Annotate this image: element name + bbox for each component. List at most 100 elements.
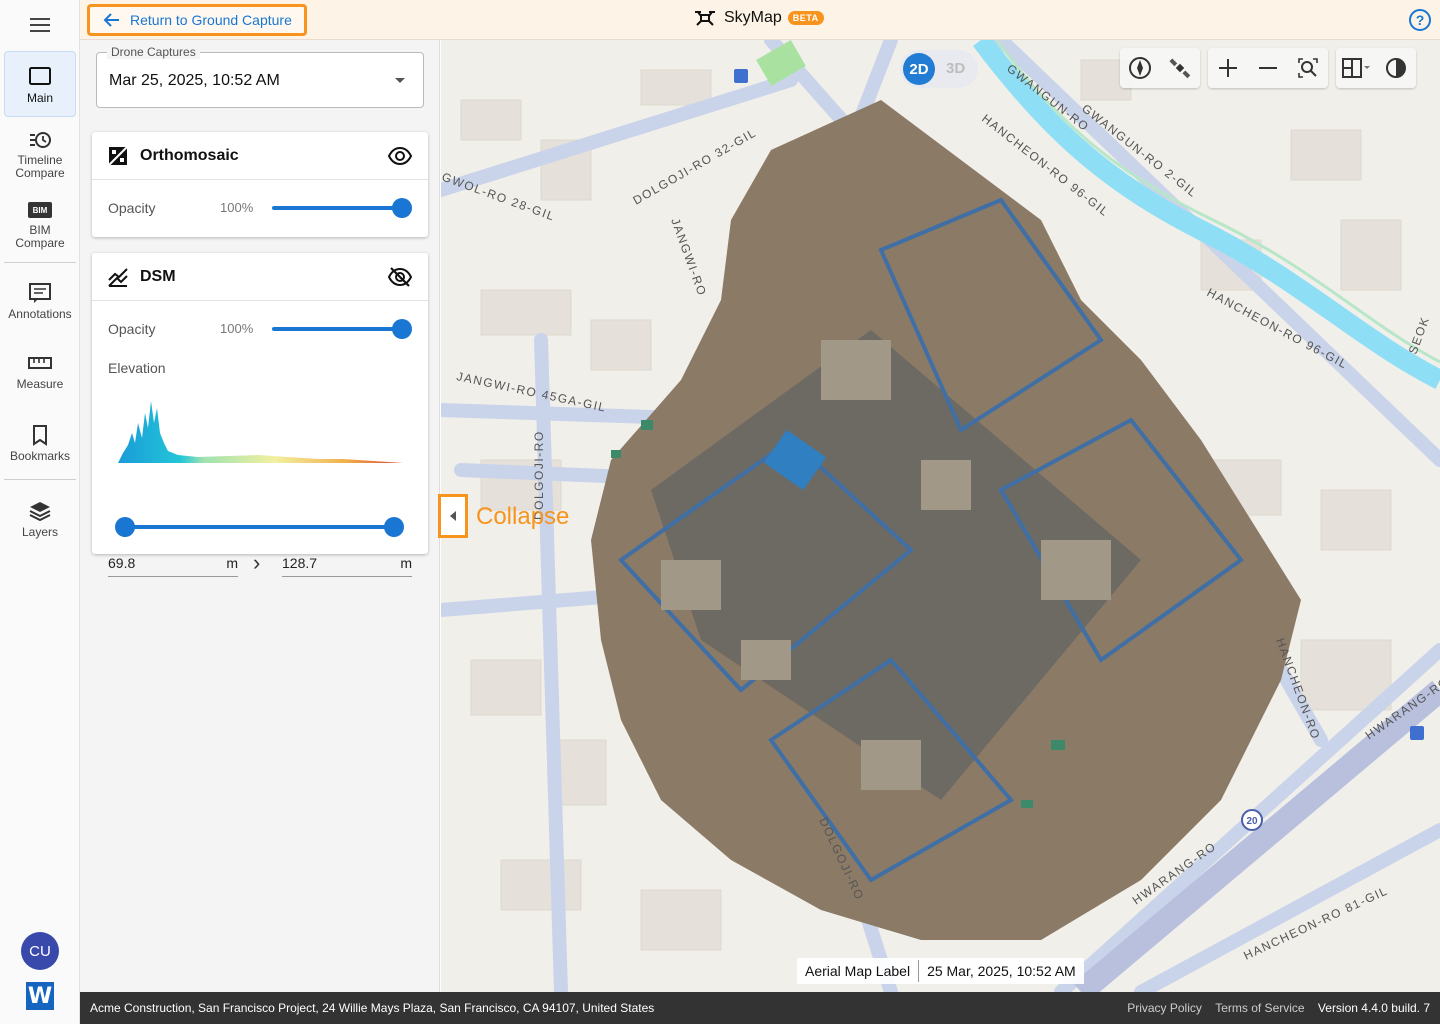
elevation-range-slider[interactable] xyxy=(124,525,394,529)
elevation-min-value: 69.8 xyxy=(108,555,136,571)
rail-item-layers[interactable]: Layers xyxy=(4,500,76,539)
split-view-icon[interactable] xyxy=(1336,48,1376,88)
compass-icon[interactable] xyxy=(1120,48,1160,88)
orthomosaic-opacity-row: Opacity 100% xyxy=(92,180,428,236)
basemap: DOLGOJI-RO 32-GIL GWANGUN-RO GWANGUN-RO … xyxy=(441,40,1440,992)
dsm-icon xyxy=(108,267,128,287)
opacity-value: 100% xyxy=(220,321,254,336)
collapse-panel-button[interactable] xyxy=(438,494,468,538)
rail-item-label: BIM Compare xyxy=(15,223,65,250)
opacity-label: Opacity xyxy=(108,321,156,337)
left-rail: Main Timeline Compare BIM BIM Compare An… xyxy=(0,0,80,1024)
terms-of-service-link[interactable]: Terms of Service xyxy=(1215,1001,1304,1015)
dsm-opacity-row: Opacity 100% xyxy=(92,301,428,357)
version-label: Version 4.4.0 build. 7 xyxy=(1317,1001,1430,1015)
menu-icon[interactable] xyxy=(30,18,50,36)
map-zoom-tools xyxy=(1208,48,1328,88)
layers-panel: Drone Captures Mar 25, 2025, 10:52 AM Or… xyxy=(80,40,440,992)
range-arrow-icon: › xyxy=(253,550,261,575)
elevation-label: Elevation xyxy=(108,360,166,376)
drone-captures-value: Mar 25, 2025, 10:52 AM xyxy=(109,72,280,89)
mode-2d-button[interactable]: 2D xyxy=(903,53,935,85)
layers-icon xyxy=(29,502,51,522)
bookmark-icon xyxy=(33,425,47,446)
elevation-max-value: 128.7 xyxy=(282,555,318,571)
eye-off-icon[interactable] xyxy=(388,267,412,287)
return-to-ground-capture-button[interactable]: Return to Ground Capture xyxy=(87,4,307,36)
timeline-icon xyxy=(30,132,51,148)
back-button-label: Return to Ground Capture xyxy=(130,12,292,28)
footer-links: Privacy Policy Terms of Service Version … xyxy=(1117,1001,1430,1015)
dsm-card: DSM Opacity 100% Elevation 69.8 m › 128.… xyxy=(92,253,428,577)
arrow-left-icon xyxy=(103,13,119,27)
rail-item-label: Main xyxy=(26,91,53,105)
ruler-icon xyxy=(28,357,52,369)
app-brand: SkyMap BETA xyxy=(694,9,824,27)
rail-item-label: Bookmarks xyxy=(9,449,71,463)
dsm-title: DSM xyxy=(140,267,176,285)
top-bar: Return to Ground Capture SkyMap BETA ? xyxy=(80,0,1440,40)
map-label-date: 25 Mar, 2025, 10:52 AM xyxy=(927,963,1076,979)
orthomosaic-opacity-slider[interactable] xyxy=(272,198,412,218)
map-nav-tools xyxy=(1120,48,1200,88)
annotations-icon xyxy=(29,283,51,303)
map-view-tools xyxy=(1336,48,1416,88)
privacy-policy-link[interactable]: Privacy Policy xyxy=(1127,1001,1202,1015)
map-view[interactable]: DOLGOJI-RO 32-GIL GWANGUN-RO GWANGUN-RO … xyxy=(441,40,1440,992)
opacity-label: Opacity xyxy=(108,200,156,216)
slider-handle[interactable] xyxy=(392,319,412,339)
chevron-left-icon xyxy=(450,511,456,521)
footer: Acme Construction, San Francisco Project… xyxy=(80,992,1440,1024)
rail-item-label: Annotations xyxy=(8,307,72,321)
drone-captures-label: Drone Captures xyxy=(107,45,200,59)
opacity-value: 100% xyxy=(220,200,254,215)
rail-item-bookmarks[interactable]: Bookmarks xyxy=(4,424,76,463)
divider xyxy=(4,479,76,480)
aerial-map-label: Aerial Map Label 25 Mar, 2025, 10:52 AM xyxy=(797,958,1084,984)
orthomosaic-icon xyxy=(108,145,128,166)
zoom-in-icon[interactable] xyxy=(1208,48,1248,88)
svg-text:20: 20 xyxy=(1246,816,1258,827)
eye-icon[interactable] xyxy=(388,146,412,166)
rail-item-timeline-compare[interactable]: Timeline Compare xyxy=(4,130,76,180)
unit-label: m xyxy=(226,555,238,571)
slider-handle[interactable] xyxy=(392,198,412,218)
monitor-icon xyxy=(29,67,51,85)
drone-icon xyxy=(695,11,715,26)
elevation-min-field[interactable]: 69.8 m xyxy=(108,549,238,577)
rail-item-label: Layers xyxy=(21,525,59,539)
rail-item-main[interactable]: Main xyxy=(4,51,76,117)
avatar[interactable]: CU xyxy=(21,932,59,970)
app-name: SkyMap xyxy=(724,9,782,26)
mode-3d-button[interactable]: 3D xyxy=(946,60,965,77)
zoom-out-icon[interactable] xyxy=(1248,48,1288,88)
orthomosaic-card: Orthomosaic Opacity 100% xyxy=(92,132,428,237)
project-address: Acme Construction, San Francisco Project… xyxy=(90,1001,655,1015)
rail-item-bim-compare[interactable]: BIM BIM Compare xyxy=(4,202,76,250)
dimension-toggle[interactable]: 2D 3D xyxy=(900,50,978,88)
orthomosaic-title: Orthomosaic xyxy=(140,146,239,164)
collapse-label: Collapse xyxy=(476,503,570,530)
help-icon[interactable]: ? xyxy=(1409,9,1431,31)
contrast-icon[interactable] xyxy=(1376,48,1416,88)
bim-icon: BIM xyxy=(28,202,52,218)
satellite-icon[interactable] xyxy=(1160,48,1200,88)
rail-item-measure[interactable]: Measure xyxy=(4,354,76,391)
divider xyxy=(4,262,76,263)
range-max-handle[interactable] xyxy=(384,517,404,537)
orthomosaic-header: Orthomosaic xyxy=(92,132,428,180)
drone-captures-select[interactable]: Drone Captures Mar 25, 2025, 10:52 AM xyxy=(96,45,424,108)
dsm-opacity-slider[interactable] xyxy=(272,319,412,339)
app-logo: W xyxy=(26,982,54,1010)
rail-item-label: Timeline Compare xyxy=(15,153,65,180)
unit-label: m xyxy=(400,555,412,571)
zoom-extent-icon[interactable] xyxy=(1288,48,1328,88)
dsm-header: DSM xyxy=(92,253,428,301)
rail-item-label: Measure xyxy=(16,377,64,391)
range-min-handle[interactable] xyxy=(115,517,135,537)
elevation-max-field[interactable]: 128.7 m xyxy=(282,549,412,577)
map-label-title: Aerial Map Label xyxy=(805,963,911,979)
rail-item-annotations[interactable]: Annotations xyxy=(4,282,76,321)
chevron-down-icon xyxy=(395,78,405,83)
elevation-histogram xyxy=(118,401,403,463)
